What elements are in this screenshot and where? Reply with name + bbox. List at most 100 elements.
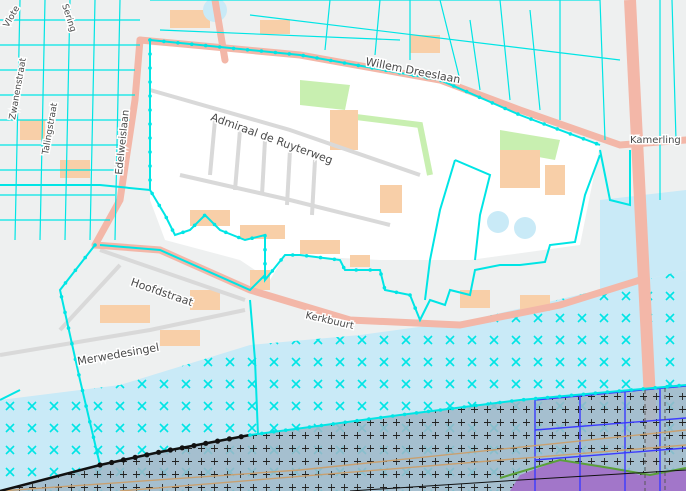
parcel-vertex xyxy=(356,63,361,68)
parcel-vertex xyxy=(162,39,166,44)
parcel-vertex xyxy=(192,223,197,228)
parcel-vertex xyxy=(355,418,359,423)
parcel-vertex xyxy=(426,409,431,414)
parcel-vertex xyxy=(474,403,478,408)
parcel-vertex xyxy=(181,230,185,235)
parcel-vertex xyxy=(498,400,502,405)
parcel-vertex xyxy=(270,269,275,273)
parcel-vertex xyxy=(408,293,412,297)
dike-vertex xyxy=(215,438,221,444)
parcel-vertex xyxy=(464,89,469,94)
parcel-vertex xyxy=(533,396,538,401)
dike-vertex xyxy=(191,443,197,449)
parcel-vertex xyxy=(301,53,306,58)
parcel-vertex xyxy=(203,43,208,48)
parcel-vertex xyxy=(59,295,64,299)
parcel-vertex xyxy=(279,258,283,262)
parcel-vertex xyxy=(263,247,267,252)
parcel-vertex xyxy=(641,387,645,391)
parcel-vertex xyxy=(368,268,373,272)
parcel-vertex xyxy=(529,117,533,121)
parcel-vertex xyxy=(148,136,152,140)
parcel-vertex xyxy=(367,417,371,421)
parcel-vertex xyxy=(73,268,78,273)
green-area-1 xyxy=(300,80,350,110)
parcel-vertex xyxy=(568,132,573,136)
parcel-vertex xyxy=(148,66,152,70)
dike-vertex xyxy=(132,454,138,460)
parcel-vertex xyxy=(379,272,383,276)
parcel-vertex xyxy=(217,45,222,49)
parcel-vertex xyxy=(343,420,348,425)
dike-vertex xyxy=(109,459,115,466)
parcel-vertex xyxy=(95,451,99,455)
parcel-vertex xyxy=(307,425,312,429)
street-label-kamerling: Kamerling xyxy=(630,135,681,146)
dike-vertex xyxy=(238,434,244,440)
parcel-vertex xyxy=(164,215,169,220)
parcel-vertex xyxy=(83,255,87,260)
parcel-vertex xyxy=(260,431,264,436)
parcel-vertex xyxy=(382,285,387,290)
parcel-vertex xyxy=(148,178,152,182)
parcel-vertex xyxy=(88,419,92,424)
parcel-vertex xyxy=(93,243,97,247)
parcel-vertex xyxy=(354,268,359,272)
parcel-vertex xyxy=(148,108,152,112)
parcel-vertex xyxy=(148,52,152,56)
parcel-vertex xyxy=(542,122,546,126)
parcel-vertex xyxy=(263,233,267,238)
parcel-vertex xyxy=(665,384,669,389)
parcel-vertex xyxy=(212,222,217,227)
parcel-vertex xyxy=(80,388,85,393)
parcel-vertex xyxy=(390,414,395,418)
parcel-vertex xyxy=(450,406,455,411)
parcel-vertex xyxy=(332,257,337,262)
parcel-vertex xyxy=(521,397,526,402)
dike-vertex xyxy=(167,447,173,453)
parcel-vertex xyxy=(91,435,96,440)
parcel-vertex xyxy=(329,58,333,63)
parcel-vertex xyxy=(477,95,482,100)
parcel-vertex xyxy=(231,46,236,51)
parcel-vertex xyxy=(290,253,295,257)
parcel-vertex xyxy=(516,112,520,116)
parcel-vertex xyxy=(157,203,162,208)
parcel-vertex xyxy=(581,392,586,397)
parcel-vertex xyxy=(77,373,81,377)
parcel-vertex xyxy=(273,50,278,55)
parcel-vertex xyxy=(594,141,599,146)
parcel-vertex xyxy=(557,394,562,399)
parcel-vertex xyxy=(304,254,309,258)
parcel-vertex xyxy=(617,389,622,393)
pond-2 xyxy=(514,217,536,239)
parcel-vertex xyxy=(237,235,241,240)
dike-vertex xyxy=(144,452,150,458)
parcel-vertex xyxy=(283,428,288,433)
parcel-vertex xyxy=(259,49,264,53)
map-canvas[interactable]: Willem Dreeslaan Admiraal de Ruyterweg K… xyxy=(0,0,686,491)
dike-vertex xyxy=(156,449,162,455)
dike-vertex xyxy=(179,445,185,451)
parcel-vertex xyxy=(148,122,152,126)
parcel-vertex xyxy=(66,326,71,330)
parcel-vertex xyxy=(148,150,152,154)
map-viewport[interactable]: Willem Dreeslaan Admiraal de Ruyterweg K… xyxy=(0,0,686,491)
parcel-vertex xyxy=(148,80,152,84)
parcel-vertex xyxy=(170,228,175,232)
parcel-vertex xyxy=(653,386,657,390)
parcel-vertex xyxy=(150,191,154,196)
parcel-vertex xyxy=(248,433,252,437)
parcel-vertex xyxy=(263,261,267,266)
parcel-vertex xyxy=(63,281,68,285)
parcel-vertex xyxy=(510,399,514,403)
parcel-vertex xyxy=(581,137,586,141)
parcel-vertex xyxy=(394,290,399,295)
parcel-vertex xyxy=(342,61,347,65)
parcel-vertex xyxy=(263,275,267,280)
parcel-vertex xyxy=(605,390,610,394)
parcel-vertex xyxy=(319,423,324,428)
parcel-vertex xyxy=(569,393,574,398)
parcel-vertex xyxy=(545,395,550,400)
dike-vertex xyxy=(226,436,232,442)
